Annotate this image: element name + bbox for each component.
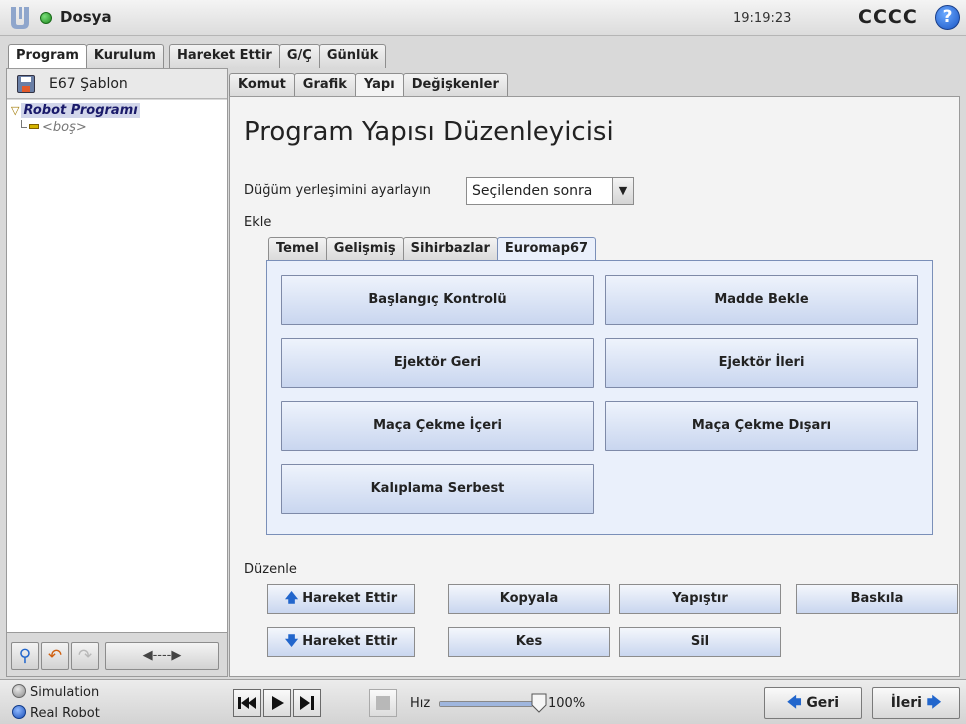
- tab-program[interactable]: Program: [8, 44, 87, 70]
- real-robot-label: Real Robot: [30, 706, 100, 721]
- stop-icon: [376, 696, 390, 710]
- tab-installation[interactable]: Kurulum: [85, 44, 164, 68]
- redo-button[interactable]: ↷: [71, 642, 99, 670]
- program-tree: ▽ Robot Programı <boş>: [7, 100, 227, 633]
- speed-label: Hız: [410, 696, 431, 711]
- tab-advanced[interactable]: Gelişmiş: [325, 237, 404, 261]
- skip-to-start-button[interactable]: [233, 689, 261, 717]
- navigate-arrows-icon: ◀----▶: [142, 648, 182, 663]
- core-pull-out-button[interactable]: Maça Çekme Dışarı: [605, 401, 918, 451]
- clock: 19:19:23: [733, 11, 792, 26]
- simulation-label: Simulation: [30, 685, 100, 700]
- arrow-left-icon: 🡄: [786, 695, 802, 711]
- tab-io[interactable]: G/Ç: [278, 44, 320, 68]
- program-file-header: E67 Şablon: [7, 69, 227, 99]
- structure-editor: Program Yapısı Düzenleyicisi Düğüm yerle…: [229, 96, 960, 677]
- ejector-back-button[interactable]: Ejektör Geri: [281, 338, 594, 388]
- arrow-up-icon: 🡅: [284, 591, 299, 606]
- speed-value: 100%: [548, 696, 586, 711]
- empty-node-icon: [29, 124, 39, 129]
- step-button[interactable]: [293, 689, 321, 717]
- node-placement-value: Seçilenden sonra: [472, 183, 593, 199]
- tab-basic[interactable]: Temel: [268, 237, 327, 261]
- wait-item-button[interactable]: Madde Bekle: [605, 275, 918, 325]
- speed-slider-thumb[interactable]: [531, 693, 547, 713]
- move-down-button[interactable]: 🡇 Hareket Ettir: [267, 627, 415, 657]
- tab-move[interactable]: Hareket Ettir: [168, 44, 280, 68]
- tab-graphics[interactable]: Grafik: [293, 73, 356, 97]
- ejector-forward-button[interactable]: Ejektör İleri: [605, 338, 918, 388]
- real-robot-option[interactable]: Real Robot: [12, 705, 100, 721]
- tab-wizards[interactable]: Sihirbazlar: [402, 237, 498, 261]
- program-file-name: E67 Şablon: [49, 76, 128, 92]
- tree-node-root[interactable]: ▽ Robot Programı: [11, 103, 140, 118]
- title-bar: Dosya 19:19:23 CCCC ?: [0, 0, 966, 36]
- node-placement-select[interactable]: Seçilenden sonra ▼: [466, 177, 634, 205]
- expand-triangle-icon[interactable]: ▽: [11, 104, 19, 117]
- radio-off-icon[interactable]: [12, 684, 26, 698]
- help-icon[interactable]: ?: [935, 5, 960, 30]
- search-icon: ⚲: [18, 646, 32, 666]
- speed-slider[interactable]: [439, 701, 533, 707]
- delete-button[interactable]: Sil: [619, 627, 781, 657]
- robot-name: CCCC: [858, 6, 918, 28]
- back-button[interactable]: 🡄 Geri: [764, 687, 862, 719]
- euromap67-panel: Başlangıç Kontrolü Madde Bekle Ejektör G…: [266, 260, 933, 535]
- add-label: Ekle: [244, 215, 272, 230]
- file-menu[interactable]: Dosya: [60, 8, 112, 26]
- undo-icon: ↶: [47, 646, 63, 666]
- redo-icon: ↷: [77, 646, 93, 666]
- bottom-bar: Simulation Real Robot Hız 100% 🡄 Geri İl…: [0, 679, 966, 724]
- tab-structure[interactable]: Yapı: [354, 73, 404, 98]
- arrow-down-icon: 🡇: [284, 634, 299, 649]
- speed-slider-fill: [440, 702, 532, 706]
- tree-connector: [21, 120, 27, 128]
- radio-on-icon[interactable]: [12, 705, 26, 719]
- status-ok-icon: [40, 12, 52, 24]
- arrow-right-icon: 🡆: [926, 695, 942, 711]
- node-placement-label: Düğüm yerleşimini ayarlayın: [244, 183, 431, 198]
- next-label: İleri: [890, 695, 922, 711]
- save-icon[interactable]: [17, 75, 35, 93]
- copy-button[interactable]: Kopyala: [448, 584, 610, 614]
- play-icon: [272, 696, 284, 710]
- cut-button[interactable]: Kes: [448, 627, 610, 657]
- tree-node-empty[interactable]: <boş>: [21, 120, 87, 135]
- tree-child-label: <boş>: [42, 120, 87, 135]
- tab-log[interactable]: Günlük: [318, 44, 387, 68]
- simulation-option[interactable]: Simulation: [12, 684, 99, 700]
- start-check-button[interactable]: Başlangıç Kontrolü: [281, 275, 594, 325]
- move-up-label: Hareket Ettir: [302, 591, 398, 606]
- tab-variables[interactable]: Değişkenler: [402, 73, 508, 97]
- undo-button[interactable]: ↶: [41, 642, 69, 670]
- program-tree-panel: E67 Şablon ▽ Robot Programı <boş> ⚲ ↶ ↷ ◀…: [6, 68, 228, 677]
- search-button[interactable]: ⚲: [11, 642, 39, 670]
- insert-tabs: Temel Gelişmiş Sihirbazlar Euromap67: [268, 237, 597, 262]
- step-forward-icon: [300, 696, 314, 710]
- navigate-button[interactable]: ◀----▶: [105, 642, 219, 670]
- back-label: Geri: [806, 695, 840, 711]
- edit-label: Düzenle: [244, 562, 297, 577]
- core-pull-in-button[interactable]: Maça Çekme İçeri: [281, 401, 594, 451]
- skip-back-icon: [238, 697, 256, 709]
- mould-release-button[interactable]: Kalıplama Serbest: [281, 464, 594, 514]
- tree-toolbar: ⚲ ↶ ↷ ◀----▶: [7, 638, 227, 674]
- next-button[interactable]: İleri 🡆: [872, 687, 960, 719]
- play-button[interactable]: [263, 689, 291, 717]
- paste-button[interactable]: Yapıştır: [619, 584, 781, 614]
- page-title: Program Yapısı Düzenleyicisi: [244, 117, 614, 147]
- tab-command[interactable]: Komut: [229, 73, 295, 97]
- suppress-button[interactable]: Baskıla: [796, 584, 958, 614]
- tab-euromap67[interactable]: Euromap67: [496, 237, 597, 262]
- stop-button[interactable]: [369, 689, 397, 717]
- chevron-down-icon[interactable]: ▼: [612, 178, 633, 204]
- main-tabs: Program Kurulum Hareket Ettir G/Ç Günlük: [8, 44, 387, 70]
- tree-root-label: Robot Programı: [21, 103, 140, 118]
- universal-robots-logo-icon: [11, 7, 29, 29]
- sub-tabs: Komut Grafik Yapı Değişkenler: [229, 73, 508, 98]
- move-up-button[interactable]: 🡅 Hareket Ettir: [267, 584, 415, 614]
- move-down-label: Hareket Ettir: [302, 634, 398, 649]
